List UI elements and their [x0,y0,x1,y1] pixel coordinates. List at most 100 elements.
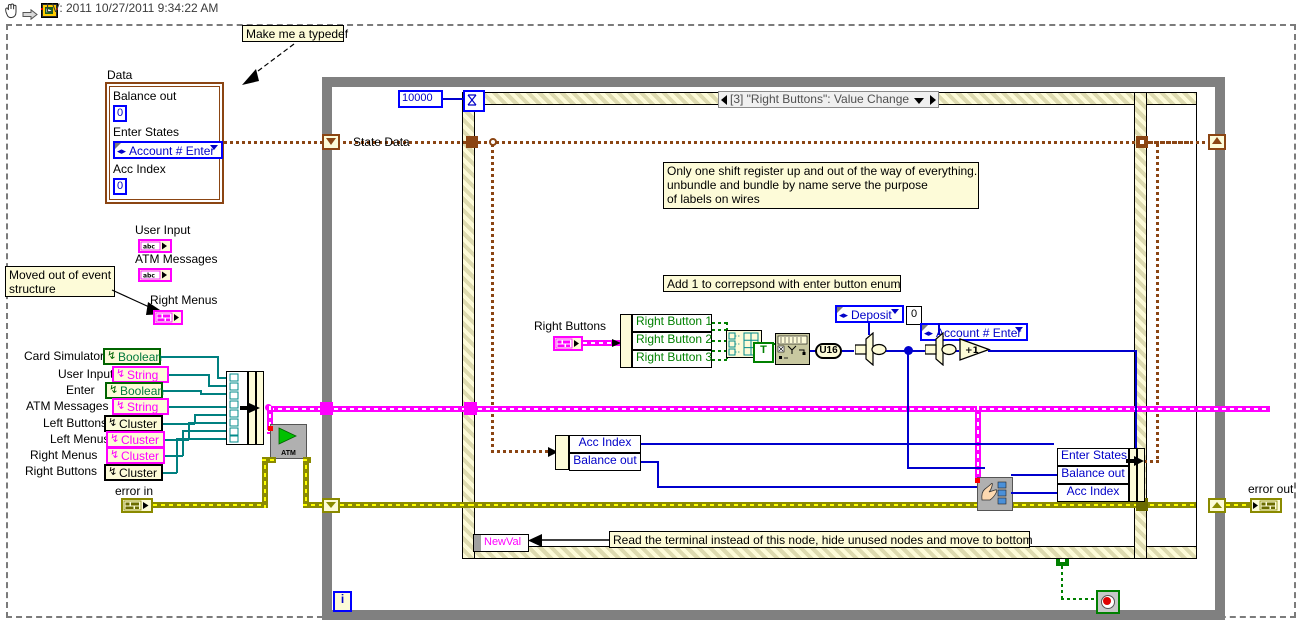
shift-register-label: State Data [353,135,410,149]
atm-subvi[interactable]: ATM [270,424,307,459]
bundle-by-name-node[interactable] [977,477,1013,511]
loop-tunnel-error-out[interactable] [1208,498,1226,513]
wire-data-to-shiftreg [224,141,322,144]
wire-ref-0-v [217,356,219,378]
wire-error-v2 [303,457,309,508]
wire-error-v1 [262,457,268,508]
event-case-selector[interactable]: [3] "Right Buttons": Value Change [718,91,939,108]
unbundle-field-rb1[interactable]: Right Button 1 [632,314,712,332]
arrow-typedef [242,43,295,85]
unbundle-field-rb2[interactable]: Right Button 2 [632,332,712,350]
unbundle-state-body[interactable] [555,435,569,470]
terminal-error-out[interactable] [1250,498,1282,513]
wire-ref-2-h [163,390,201,392]
event-tunnel-state-in [466,136,478,148]
ctrl-type-left-buttons: Cluster [119,417,158,431]
wire-increment-down [1135,350,1137,455]
event-tunnel-state-out [1136,136,1148,148]
unbundle-field-rb3[interactable]: Right Button 3 [632,350,712,368]
unbundle-field-acc-index[interactable]: Acc Index [569,435,641,453]
loop-stop-button[interactable] [1096,590,1120,614]
select-node-1[interactable] [855,332,895,366]
enum-chevron-down-icon[interactable] [891,309,899,314]
ctrl-label-left-buttons: Left Buttons [43,416,108,430]
shift-register-left[interactable] [322,134,340,150]
wire-u16-out [842,350,854,352]
wire-bundle-in-balance [1011,474,1057,476]
ctrl-ref-left-buttons[interactable]: ↯ Cluster [104,415,163,432]
ctrl-ref-user-input[interactable]: ↯ String [112,366,169,383]
event-structure-frame-outline [1196,92,1197,559]
terminal-user-input[interactable]: abc [138,239,172,253]
event-selector-left-arrow[interactable] [721,95,727,105]
wire-stop-v [1061,566,1063,599]
enum-chevron-down-icon[interactable] [1015,327,1023,332]
search-array-node[interactable] [775,333,810,365]
bundle-field-acc-index[interactable]: Acc Index [1057,484,1129,502]
comment-moved-out-of-event: Moved out of event structure [5,266,115,297]
error-out-label: error out [1248,482,1294,496]
data-cluster-control[interactable]: Balance out 0 Enter States ◂▸ Account # … [105,82,224,204]
wire-enum1-down [868,323,870,335]
wire-bundle-in-acc-index [1011,492,1057,494]
enum-updown-icon[interactable]: ◂▸ [117,144,126,158]
ctrl-label-atm-messages: ATM Messages [26,399,109,413]
field-value-acc-index[interactable]: 0 [113,178,127,195]
boolean-true-constant[interactable]: T [753,342,774,363]
wire-cluster-main [270,406,1270,412]
refnum-arrow-icon: ↯ [107,349,117,362]
wire-error-thru-event [470,502,1196,508]
ctrl-label-enter: Enter [66,383,95,397]
wire-error-h1 [153,502,266,508]
loop-iteration-terminal: i [333,591,352,612]
unbundle-field-balance-out[interactable]: Balance out [569,453,641,471]
refnum-arrow-icon: ↯ [108,465,118,478]
wire-error-h3 [303,457,311,463]
bundle-field-balance-out[interactable]: Balance out [1057,466,1129,484]
error-in-label: error in [115,484,154,498]
wire-enum2-down [938,323,940,335]
enum-deposit[interactable]: ◂▸ Deposit [835,305,904,323]
u16-convert-node[interactable]: U16 [815,343,842,359]
loop-tunnel-error-in[interactable] [322,498,340,513]
wire-balance-out-v [657,461,659,488]
wire-ref-1-h [169,374,209,376]
ctrl-ref-atm-messages[interactable]: ↯ String [112,398,169,415]
hand-cursor-icon[interactable] [3,3,21,23]
terminal-right-buttons[interactable] [553,336,583,351]
bundle-refs-output-arrow [240,403,260,413]
newval-node[interactable]: NewVal [473,534,529,552]
ctrl-type-left-menus: Cluster [121,433,160,447]
svg-text:abc: abc [143,273,155,280]
event-selector-chevron-down-icon[interactable] [914,98,924,104]
ctrl-ref-right-menus[interactable]: ↯ Cluster [106,447,165,464]
atm-subvi-label: ATM [281,450,296,457]
svg-text:abc: abc [143,244,155,251]
event-selector-right-arrow[interactable] [930,95,936,105]
field-value-balance-out[interactable]: 0 [113,105,127,122]
terminal-right-menus[interactable] [153,310,183,325]
ctrl-ref-right-buttons[interactable]: ↯ Cluster [104,464,163,481]
terminal-atm-messages[interactable]: abc [138,268,172,282]
atm-error-in-dot [268,426,273,431]
enum-chevron-down-icon[interactable] [210,145,218,150]
run-arrow-icon[interactable] [22,5,38,24]
shift-register-right[interactable] [1208,134,1226,150]
right-buttons-label: Right Buttons [534,319,607,333]
ctrl-ref-card-simulator[interactable]: ↯ Boolean [103,348,162,365]
ctrl-label-user-input: User Input [58,367,114,381]
bundle-field-enter-states[interactable]: Enter States [1057,448,1129,466]
comment-add-1: Add 1 to correpsond with enter button en… [663,275,901,292]
wire-select1-branch-down [907,350,909,469]
ctrl-ref-enter[interactable]: ↯ Boolean [105,382,164,399]
field-label-enter-states: Enter States [113,125,180,139]
refnum-arrow-icon: ↯ [108,416,118,429]
unbundle-right-buttons-body[interactable] [620,314,632,368]
field-value-enter-states[interactable]: ◂▸ Account # Enter [113,141,223,159]
enum-updown-icon[interactable]: ◂▸ [839,308,848,322]
terminal-error-in[interactable] [121,498,153,513]
ctrl-type-right-menus: Cluster [121,449,160,463]
field-label-balance-out: Balance out [113,89,177,103]
ctrl-ref-left-menus[interactable]: ↯ Cluster [106,431,165,448]
timeout-constant[interactable]: 10000 [398,90,443,108]
